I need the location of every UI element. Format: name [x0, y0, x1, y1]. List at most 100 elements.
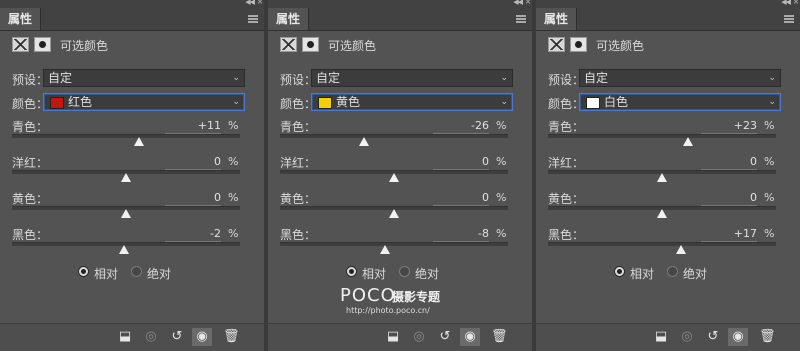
slider-value-input[interactable]: +23: [701, 119, 757, 134]
color-select[interactable]: 黄色 ⌄: [311, 93, 513, 111]
slider-track[interactable]: [548, 242, 776, 246]
absolute-radio[interactable]: [399, 266, 410, 277]
slider-thumb[interactable]: [379, 245, 390, 254]
panel-title: 可选颜色: [60, 39, 109, 53]
preset-select-value: 自定: [584, 71, 609, 85]
visibility-eye-icon[interactable]: ◉: [195, 330, 209, 344]
slider-value-input[interactable]: 0: [701, 191, 757, 206]
slider-thumb[interactable]: [683, 137, 694, 146]
reset-icon[interactable]: ↺: [438, 330, 452, 344]
slider-value-input[interactable]: -2: [165, 227, 221, 242]
percent-unit: %: [228, 227, 239, 240]
slider-value-input[interactable]: +11: [165, 119, 221, 134]
delete-trash-icon[interactable]: 🗑: [491, 330, 508, 344]
chevron-down-icon: ⌄: [768, 73, 776, 83]
slider-thumb[interactable]: [133, 137, 144, 146]
panel-menu-icon[interactable]: [248, 15, 258, 23]
absolute-radio-label[interactable]: 绝对: [147, 265, 171, 282]
slider-track[interactable]: [548, 134, 776, 138]
selective-color-adjustment-icon[interactable]: [12, 37, 29, 52]
selective-color-adjustment-icon[interactable]: [280, 37, 297, 52]
panel-menu-icon[interactable]: [516, 15, 526, 23]
slider-label: 黑色：: [12, 228, 49, 242]
chevron-down-icon: ⌄: [232, 73, 240, 83]
visibility-eye-icon[interactable]: ◉: [731, 330, 745, 344]
slider-thumb[interactable]: [118, 245, 129, 254]
percent-unit: %: [228, 191, 239, 204]
slider-track[interactable]: [280, 242, 508, 246]
slider-thumb[interactable]: [389, 209, 399, 218]
reset-icon[interactable]: ↺: [706, 330, 720, 344]
slider-thumb[interactable]: [121, 209, 131, 218]
view-previous-icon[interactable]: ◎: [680, 330, 694, 344]
delete-trash-icon[interactable]: 🗑: [759, 330, 776, 344]
delete-trash-icon[interactable]: 🗑: [223, 330, 240, 344]
selective-color-adjustment-icon[interactable]: [548, 37, 565, 52]
tab-properties[interactable]: 属性: [536, 8, 578, 30]
slider-label: 黑色：: [548, 228, 585, 242]
slider-value-input[interactable]: 0: [165, 155, 221, 170]
collapse-icon[interactable]: ◀◀: [245, 0, 255, 6]
collapse-icon[interactable]: ◀◀: [513, 0, 523, 6]
tab-properties[interactable]: 属性: [0, 8, 42, 30]
slider-thumb[interactable]: [389, 173, 399, 182]
slider-thumb[interactable]: [676, 245, 687, 254]
preset-select[interactable]: 自定 ⌄: [579, 69, 781, 87]
layer-mask-icon[interactable]: [570, 37, 587, 52]
slider-thumb[interactable]: [121, 173, 131, 182]
absolute-radio[interactable]: [667, 266, 678, 277]
absolute-radio-label[interactable]: 绝对: [683, 265, 707, 282]
slider-track[interactable]: [12, 134, 240, 138]
slider-thumb[interactable]: [359, 137, 370, 146]
slider-track[interactable]: [280, 134, 508, 138]
preset-select[interactable]: 自定 ⌄: [311, 69, 513, 87]
color-select[interactable]: 白色 ⌄: [579, 93, 781, 111]
relative-radio[interactable]: [346, 266, 357, 277]
properties-panel: ◀◀ × 属性 可选颜色 预设： 自定 ⌄ 颜色： 红色 ⌄ 青色： +11% 洋红： 0% 黄色： 0% 黑色…: [0, 0, 264, 351]
slider-value-input[interactable]: +17: [701, 227, 757, 242]
absolute-radio-label[interactable]: 绝对: [415, 265, 439, 282]
slider-value-input[interactable]: -8: [433, 227, 489, 242]
relative-radio-label[interactable]: 相对: [630, 265, 654, 282]
view-previous-icon[interactable]: ◎: [144, 330, 158, 344]
clip-to-layer-icon[interactable]: ⬓: [386, 330, 400, 344]
close-icon[interactable]: ×: [256, 0, 264, 6]
slider-label: 黑色：: [280, 228, 317, 242]
percent-unit: %: [228, 119, 239, 132]
preset-select-value: 自定: [48, 71, 73, 85]
preset-select[interactable]: 自定 ⌄: [43, 69, 245, 87]
slider-value-input[interactable]: 0: [433, 155, 489, 170]
color-select[interactable]: 红色 ⌄: [43, 93, 245, 111]
color-select-value: 黄色: [336, 95, 361, 109]
slider-thumb[interactable]: [657, 209, 667, 218]
percent-unit: %: [496, 155, 507, 168]
relative-radio-label[interactable]: 相对: [362, 265, 386, 282]
close-icon[interactable]: ×: [792, 0, 800, 6]
relative-radio[interactable]: [78, 266, 89, 277]
slider-value-input[interactable]: 0: [433, 191, 489, 206]
panel-menu-icon[interactable]: [784, 15, 794, 23]
slider-value-input[interactable]: 0: [701, 155, 757, 170]
chevron-down-icon: ⌄: [232, 97, 240, 107]
collapse-icon[interactable]: ◀◀: [781, 0, 791, 6]
close-icon[interactable]: ×: [524, 0, 532, 6]
slider-value-input[interactable]: -26: [433, 119, 489, 134]
view-previous-icon[interactable]: ◎: [412, 330, 426, 344]
layer-mask-icon[interactable]: [34, 37, 51, 52]
relative-radio-label[interactable]: 相对: [94, 265, 118, 282]
reset-icon[interactable]: ↺: [170, 330, 184, 344]
visibility-eye-icon[interactable]: ◉: [463, 330, 477, 344]
panel-tab-bar: 属性: [536, 8, 800, 31]
properties-panel: ◀◀ × 属性 可选颜色 预设： 自定 ⌄ 颜色： 白色 ⌄ 青色： +23% 洋红： 0% 黄色： 0% 黑色…: [536, 0, 800, 351]
layer-mask-icon[interactable]: [302, 37, 319, 52]
absolute-radio[interactable]: [131, 266, 142, 277]
clip-to-layer-icon[interactable]: ⬓: [654, 330, 668, 344]
slider-thumb[interactable]: [657, 173, 667, 182]
slider-value-input[interactable]: 0: [165, 191, 221, 206]
clip-to-layer-icon[interactable]: ⬓: [118, 330, 132, 344]
chevron-down-icon: ⌄: [500, 73, 508, 83]
color-select-value: 白色: [604, 95, 629, 109]
relative-radio[interactable]: [614, 266, 625, 277]
slider-label: 洋红：: [280, 156, 317, 170]
tab-properties[interactable]: 属性: [268, 8, 310, 30]
